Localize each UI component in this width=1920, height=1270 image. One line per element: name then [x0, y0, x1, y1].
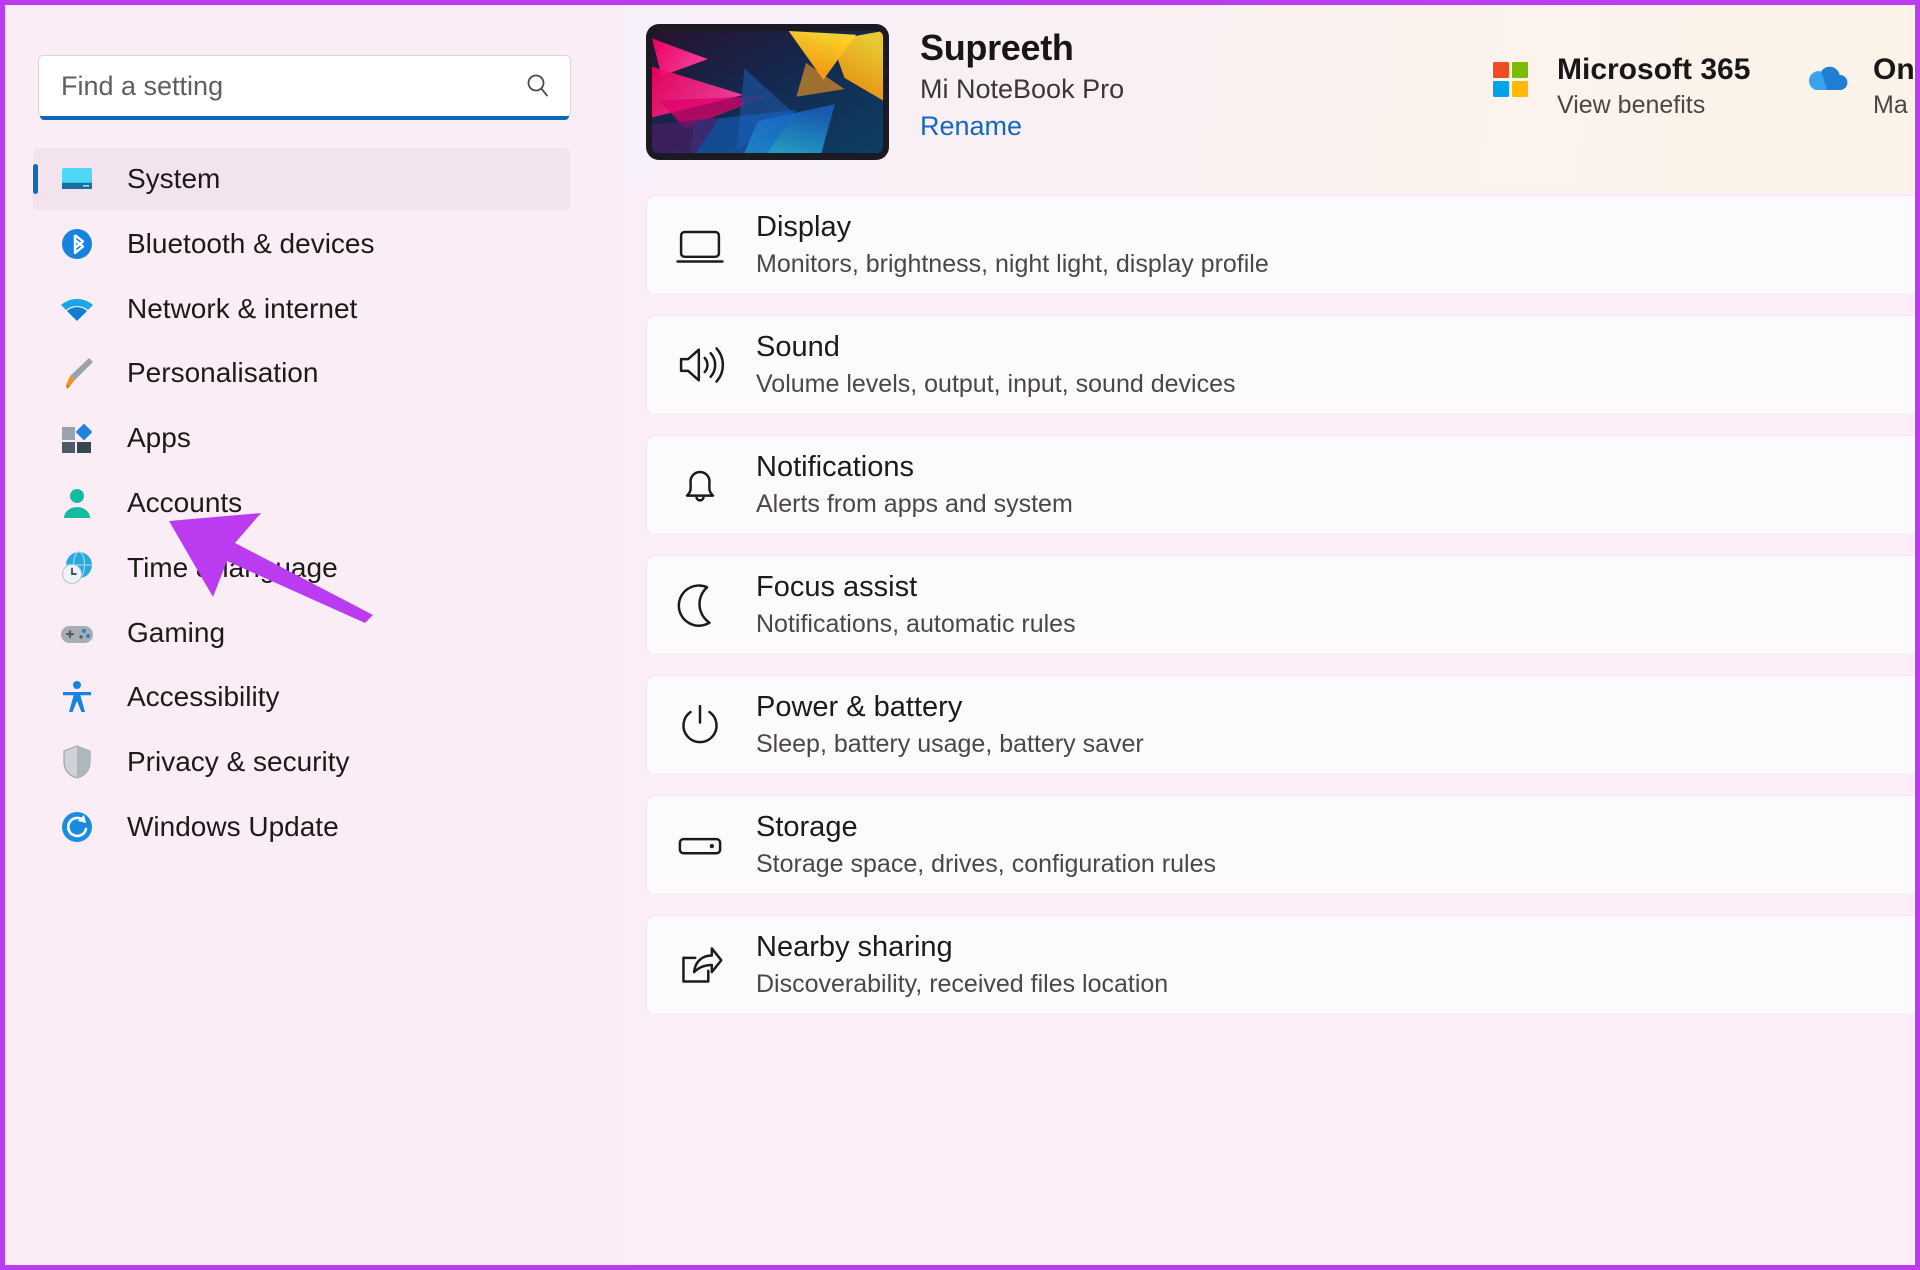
microsoft-365-card[interactable]: Microsoft 365 View benefits [1487, 53, 1750, 120]
moon-icon [674, 579, 726, 631]
settings-card-text: Notifications Alerts from apps and system [756, 451, 1073, 518]
settings-card-notifications[interactable]: Notifications Alerts from apps and system [646, 435, 1915, 535]
settings-card-text: Nearby sharing Discoverability, received … [756, 931, 1168, 998]
device-thumbnail [646, 24, 889, 160]
sidebar-item-label: Gaming [127, 616, 226, 648]
settings-card-subtitle: Volume levels, output, input, sound devi… [756, 369, 1236, 398]
view-benefits-link[interactable]: View benefits [1557, 91, 1750, 120]
settings-card-subtitle: Discoverability, received files location [756, 969, 1169, 998]
sidebar-item-label: Network & internet [127, 292, 358, 324]
sidebar-item-bluetooth-devices[interactable]: Bluetooth & devices [33, 213, 570, 275]
device-name: Supreeth [920, 27, 1074, 68]
speaker-icon [674, 339, 726, 391]
clock-globe-icon [57, 548, 97, 588]
sidebar: System Bluetooth & devices Network & inter… [5, 5, 625, 1265]
apps-grid-icon [57, 418, 97, 458]
sidebar-item-label: System [127, 163, 221, 194]
sidebar-item-accounts[interactable]: Accounts [33, 472, 570, 534]
search-input[interactable] [61, 70, 524, 102]
search-icon[interactable] [524, 72, 552, 100]
settings-card-display[interactable]: Display Monitors, brightness, night light… [646, 195, 1915, 295]
settings-card-title: Notifications [756, 451, 914, 484]
onedrive-title: On [1873, 53, 1915, 86]
wifi-icon [57, 289, 97, 329]
content-area: Supreeth Mi NoteBook Pro Rename Microsof… [625, 5, 1915, 1265]
monitor-icon [674, 219, 726, 271]
share-icon [674, 939, 726, 991]
sidebar-item-personalisation[interactable]: Personalisation [33, 342, 570, 404]
settings-card-text: Focus assist Notifications, automatic rul… [756, 571, 1076, 638]
person-icon [57, 483, 97, 523]
onedrive-card[interactable]: On Ma [1803, 53, 1915, 120]
settings-card-list: Display Monitors, brightness, night light… [646, 195, 1915, 1265]
settings-card-text: Storage Storage space, drives, configurat… [756, 811, 1216, 878]
settings-card-power-battery[interactable]: Power & battery Sleep, battery usage, bat… [646, 675, 1915, 775]
device-wallpaper-image [652, 31, 883, 153]
sidebar-item-label: Privacy & security [127, 746, 350, 778]
sidebar-item-apps[interactable]: Apps [33, 407, 570, 469]
accessibility-icon [57, 677, 97, 717]
sidebar-item-system[interactable]: System [33, 148, 570, 210]
search-field-wrapper[interactable] [38, 55, 571, 120]
settings-card-text: Sound Volume levels, output, input, sound… [756, 331, 1235, 398]
sidebar-item-label: Windows Update [127, 811, 339, 842]
device-info: Supreeth Mi NoteBook Pro Rename [920, 27, 1124, 142]
sidebar-item-label: Time & language [127, 551, 338, 583]
settings-card-subtitle: Sleep, battery usage, battery saver [756, 729, 1144, 758]
bluetooth-icon [57, 224, 97, 264]
settings-card-title: Sound [756, 331, 840, 364]
settings-card-subtitle: Storage space, drives, configuration rul… [756, 849, 1216, 878]
sidebar-item-label: Apps [127, 422, 191, 454]
settings-card-subtitle: Alerts from apps and system [756, 489, 1073, 518]
settings-card-storage[interactable]: Storage Storage space, drives, configurat… [646, 795, 1915, 895]
system-monitor-icon [57, 159, 97, 199]
settings-card-focus-assist[interactable]: Focus assist Notifications, automatic rul… [646, 555, 1915, 655]
settings-card-title: Focus assist [756, 571, 918, 604]
sidebar-item-label: Accessibility [127, 681, 280, 713]
onedrive-manage-link[interactable]: Ma [1873, 91, 1915, 120]
sidebar-item-network-internet[interactable]: Network & internet [33, 278, 570, 340]
sidebar-item-privacy-security[interactable]: Privacy & security [33, 731, 570, 793]
sidebar-selection-indicator [33, 164, 38, 194]
harddrive-icon [674, 819, 726, 871]
power-icon [674, 699, 726, 751]
settings-card-text: Display Monitors, brightness, night light… [756, 211, 1269, 278]
shield-icon [57, 742, 97, 782]
settings-window: System Bluetooth & devices Network & inter… [0, 0, 1920, 1270]
settings-card-subtitle: Notifications, automatic rules [756, 609, 1076, 638]
settings-card-nearby-sharing[interactable]: Nearby sharing Discoverability, received … [646, 915, 1915, 1015]
paintbrush-icon [57, 353, 97, 393]
hero-header: Supreeth Mi NoteBook Pro Rename Microsof… [625, 5, 1915, 191]
sidebar-item-label: Personalisation [127, 357, 319, 389]
gamepad-icon [57, 613, 97, 653]
sidebar-item-accessibility[interactable]: Accessibility [33, 666, 570, 728]
sidebar-item-label: Accounts [127, 487, 243, 518]
settings-card-title: Display [756, 211, 852, 244]
settings-card-sound[interactable]: Sound Volume levels, output, input, sound… [646, 315, 1915, 415]
settings-card-text: Power & battery Sleep, battery usage, bat… [756, 691, 1144, 758]
sidebar-item-time-language[interactable]: Time & language [33, 537, 570, 599]
settings-card-title: Storage [756, 811, 858, 844]
sidebar-item-gaming[interactable]: Gaming [33, 602, 570, 664]
settings-card-subtitle: Monitors, brightness, night light, displ… [756, 249, 1269, 278]
search-box[interactable] [38, 55, 571, 120]
device-model: Mi NoteBook Pro [920, 74, 1125, 104]
microsoft-logo-icon [1487, 56, 1535, 104]
update-refresh-icon [57, 807, 97, 847]
settings-card-title: Power & battery [756, 691, 963, 724]
bell-icon [674, 459, 726, 511]
onedrive-cloud-icon [1803, 56, 1851, 104]
settings-card-title: Nearby sharing [756, 931, 953, 964]
sidebar-item-windows-update[interactable]: Windows Update [33, 796, 570, 858]
microsoft-365-title: Microsoft 365 [1557, 53, 1751, 86]
sidebar-item-label: Bluetooth & devices [127, 227, 375, 259]
search-focus-underline [40, 116, 569, 120]
rename-link[interactable]: Rename [920, 111, 1124, 142]
